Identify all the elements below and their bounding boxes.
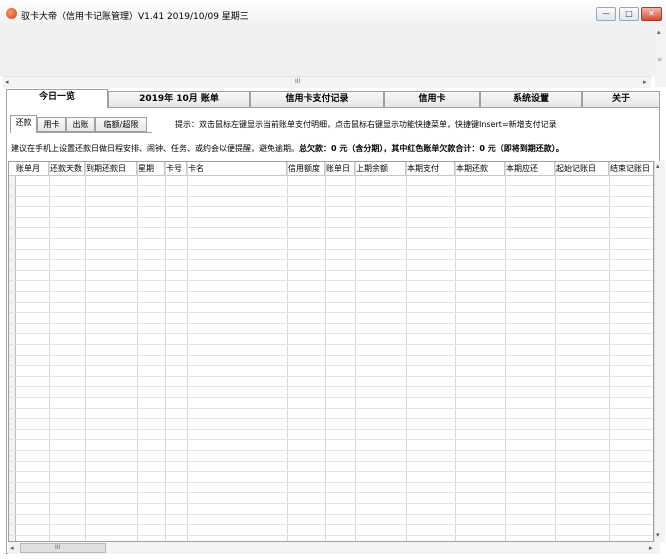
scroll-right-icon[interactable]: ▸	[643, 78, 647, 86]
debt-summary: 总欠款：0 元（含分期），其中红色账单欠款合计：0 元（即将到期还款）。	[299, 144, 564, 153]
table-row[interactable]	[9, 323, 653, 324]
column-header[interactable]: 本期还款	[455, 162, 505, 175]
scroll-left-icon[interactable]: ◂	[10, 544, 14, 552]
column-header[interactable]: 起始记账日	[555, 162, 609, 175]
window-title: 驭卡大帝（信用卡记账管理）V1.41 2019/10/09 星期三	[21, 12, 249, 22]
table-row[interactable]	[9, 450, 653, 451]
column-gridline	[85, 162, 86, 541]
table-row[interactable]	[9, 312, 653, 313]
bill-table[interactable]: 账单月 还款天数 到期还款日 星期 卡号 卡名 信用额度 账单日 上期余额 本期支付 本期还款 本期应…	[8, 161, 654, 542]
column-gridline	[455, 162, 456, 541]
column-header[interactable]: 还款天数	[49, 162, 85, 175]
table-row[interactable]	[9, 492, 653, 493]
column-gridline	[187, 162, 188, 541]
table-row[interactable]	[9, 185, 653, 186]
table-row[interactable]	[9, 429, 653, 430]
table-row[interactable]	[9, 471, 653, 472]
table-row[interactable]	[9, 280, 653, 281]
tab-bill-month[interactable]: 2019年 10月 账单	[108, 91, 250, 108]
column-header[interactable]: 到期还款日	[85, 162, 137, 175]
table-header: 账单月 还款天数 到期还款日 星期 卡号 卡名 信用额度 账单日 上期余额 本期支付 本期还款 本期应…	[9, 162, 653, 176]
table-row[interactable]	[9, 291, 653, 292]
minimize-button[interactable]: —	[596, 7, 616, 21]
table-row[interactable]	[9, 397, 653, 398]
scroll-right-icon[interactable]: ▸	[649, 544, 653, 552]
table-row[interactable]	[9, 249, 653, 250]
subtab-repay[interactable]: 还款	[10, 115, 37, 133]
table-row[interactable]	[9, 418, 653, 419]
scroll-grip-icon: ≡	[657, 56, 663, 63]
table-row[interactable]	[9, 503, 653, 504]
tab-about[interactable]: 关于	[582, 91, 660, 108]
column-gridline	[609, 162, 610, 541]
scroll-up-icon[interactable]: ▴	[656, 162, 660, 170]
column-header[interactable]: 卡名	[187, 162, 287, 175]
toolbar-horizontal-scrollbar[interactable]: ◂ III ▸	[3, 76, 651, 88]
table-row[interactable]	[9, 461, 653, 462]
scrollbar-thumb-mark: III	[55, 544, 61, 551]
app-logo-icon	[6, 8, 17, 19]
table-row[interactable]	[9, 238, 653, 239]
table-row[interactable]	[9, 259, 653, 260]
scroll-up-icon[interactable]: ▴	[657, 28, 661, 36]
column-header[interactable]: 卡号	[165, 162, 187, 175]
table-row[interactable]	[9, 196, 653, 197]
subtab-temp-limit[interactable]: 临额/超限	[95, 117, 147, 132]
close-button[interactable]: ✕	[641, 7, 662, 21]
column-gridline	[505, 162, 506, 541]
column-header[interactable]: 账单日	[325, 162, 355, 175]
table-vertical-scrollbar[interactable]: ▴ ▾	[654, 161, 665, 542]
table-row[interactable]	[9, 344, 653, 345]
column-gridline	[287, 162, 288, 541]
table-horizontal-scrollbar[interactable]: ◂ III ▸	[8, 542, 660, 554]
table-row[interactable]	[9, 535, 653, 536]
table-row[interactable]	[9, 270, 653, 271]
tab-credit-cards[interactable]: 信用卡	[384, 91, 480, 108]
tab-today[interactable]: 今日一览	[6, 89, 108, 109]
column-header[interactable]: 信用额度	[287, 162, 325, 175]
column-gridline	[137, 162, 138, 541]
column-gridline	[406, 162, 407, 541]
table-row[interactable]	[9, 217, 653, 218]
table-row[interactable]	[9, 514, 653, 515]
maximize-button[interactable]: □	[619, 7, 639, 21]
table-row[interactable]	[9, 524, 653, 525]
scrollbar-thumb[interactable]	[20, 543, 106, 553]
table-row[interactable]	[9, 227, 653, 228]
table-row[interactable]	[9, 206, 653, 207]
warning-text: 建议在手机上设置还款日做日程安排、闹钟、任务、或约会以便提醒，避免逾期。总欠款：…	[11, 143, 564, 154]
table-row[interactable]	[9, 376, 653, 377]
scroll-down-icon[interactable]: ▾	[656, 531, 660, 539]
column-gridline	[325, 162, 326, 541]
table-row[interactable]	[9, 386, 653, 387]
column-header[interactable]: 上期余额	[355, 162, 406, 175]
column-header[interactable]: 账单月	[15, 162, 49, 175]
scrollbar-thumb-mark: III	[295, 78, 301, 85]
subtab-statement[interactable]: 出账	[66, 117, 95, 132]
column-gridline	[49, 162, 50, 541]
table-row[interactable]	[9, 439, 653, 440]
table-row[interactable]	[9, 302, 653, 303]
column-header[interactable]: 星期	[137, 162, 165, 175]
table-row[interactable]	[9, 365, 653, 366]
column-gridline	[555, 162, 556, 541]
warning-prefix: 建议在手机上设置还款日做日程安排、闹钟、任务、或约会以便提醒，避免逾期。	[11, 144, 299, 153]
toolbar-vertical-scrollbar[interactable]: ▴ ≡	[655, 26, 666, 87]
table-row[interactable]	[9, 333, 653, 334]
subtab-use-card[interactable]: 用卡	[37, 117, 66, 132]
tab-settings[interactable]: 系统设置	[480, 91, 582, 108]
table-row[interactable]	[9, 482, 653, 483]
hint-text: 提示：双击鼠标左键显示当前账单支付明细，点击鼠标右键显示功能快捷菜单，快捷键In…	[175, 120, 557, 129]
column-header[interactable]: 本期应还	[505, 162, 555, 175]
table-row[interactable]	[9, 355, 653, 356]
tab-payment-records[interactable]: 信用卡支付记录	[250, 91, 384, 108]
toolbar-area	[0, 26, 666, 76]
column-gridline	[165, 162, 166, 541]
column-gridline	[355, 162, 356, 541]
column-header[interactable]: 本期支付	[406, 162, 455, 175]
row-header-column	[9, 162, 16, 541]
column-header[interactable]: 结束记账日	[609, 162, 653, 175]
table-row[interactable]	[9, 408, 653, 409]
scroll-left-icon[interactable]: ◂	[5, 78, 9, 86]
